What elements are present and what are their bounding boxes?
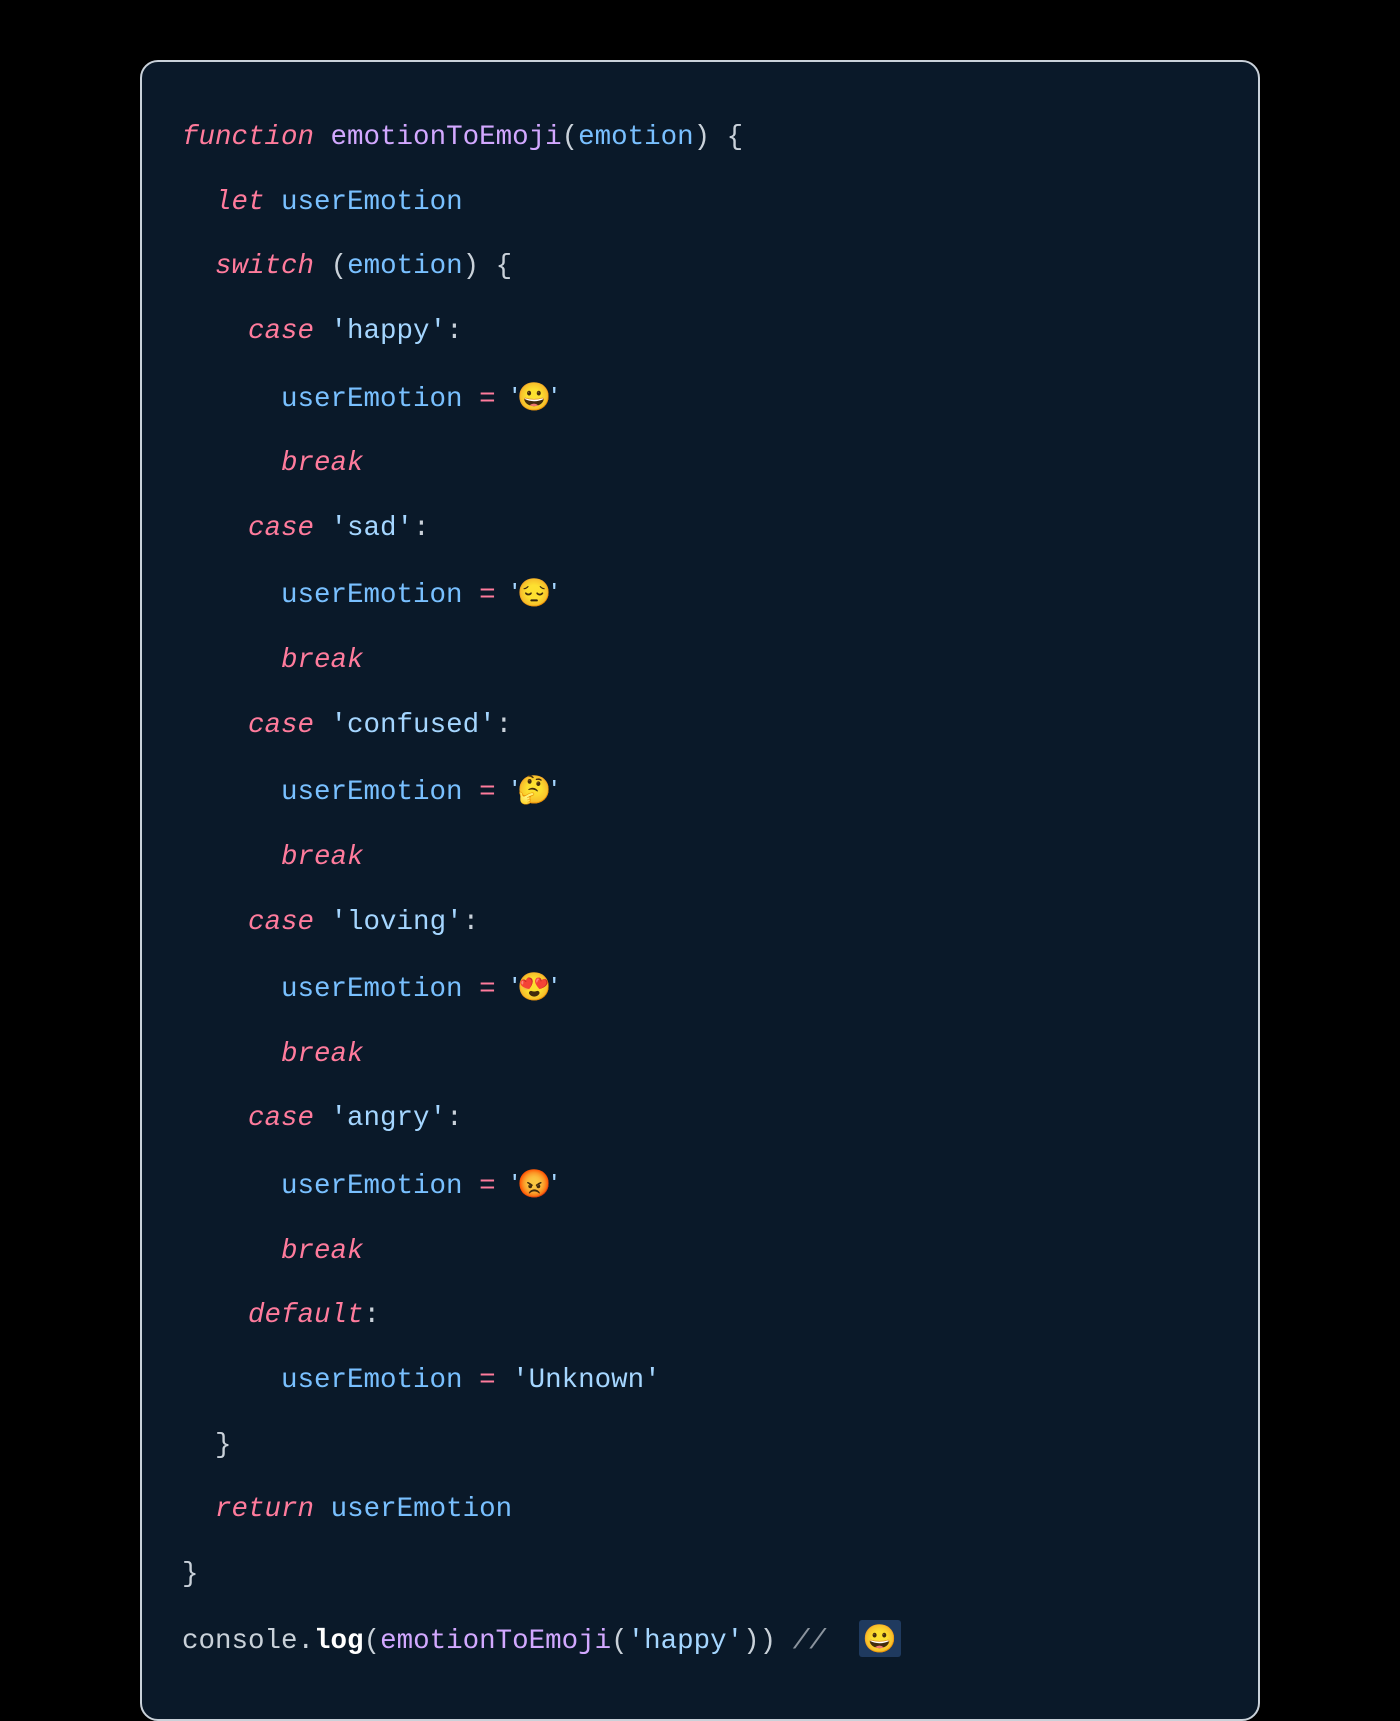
keyword-case: case — [248, 1103, 314, 1134]
code-panel: function emotionToEmoji(emotion) { let u… — [140, 60, 1260, 1721]
function-name: emotionToEmoji — [331, 122, 562, 153]
paren-close: ) — [463, 251, 480, 282]
method-log: log — [314, 1626, 364, 1657]
paren-open: ( — [364, 1626, 381, 1657]
colon: : — [446, 316, 463, 347]
operator-assign: = — [479, 777, 496, 808]
var-userEmotion: userEmotion — [281, 187, 463, 218]
colon: : — [463, 907, 480, 938]
colon: : — [496, 710, 513, 741]
string-unknown: 'Unknown' — [512, 1365, 661, 1396]
case-label-angry: 'angry' — [331, 1103, 447, 1134]
keyword-break: break — [281, 1039, 364, 1070]
return-var: userEmotion — [331, 1494, 513, 1525]
operator-assign: = — [479, 974, 496, 1005]
brace-open: { — [496, 251, 513, 282]
keyword-function: function — [182, 122, 314, 153]
paren-close: ) — [694, 122, 711, 153]
keyword-break: break — [281, 448, 364, 479]
var-userEmotion: userEmotion — [281, 974, 463, 1005]
operator-assign: = — [479, 1365, 496, 1396]
brace-close: } — [182, 1559, 199, 1590]
var-userEmotion: userEmotion — [281, 1365, 463, 1396]
string-emoji-loving: '😍' — [512, 970, 557, 1003]
var-userEmotion: userEmotion — [281, 1171, 463, 1202]
comment-slashes: // — [793, 1626, 826, 1657]
paren-open: ( — [611, 1626, 628, 1657]
case-label-sad: 'sad' — [331, 513, 414, 544]
call-arg: 'happy' — [628, 1626, 744, 1657]
case-label-happy: 'happy' — [331, 316, 447, 347]
paren-open: ( — [562, 122, 579, 153]
keyword-let: let — [215, 187, 265, 218]
keyword-break: break — [281, 842, 364, 873]
keyword-default: default — [248, 1300, 364, 1331]
keyword-return: return — [215, 1494, 314, 1525]
dot: . — [298, 1626, 315, 1657]
var-userEmotion: userEmotion — [281, 580, 463, 611]
case-label-loving: 'loving' — [331, 907, 463, 938]
output-emoji: 😀 — [859, 1620, 901, 1657]
paren-close: )) — [743, 1626, 776, 1657]
operator-assign: = — [479, 384, 496, 415]
string-emoji-angry: '😡' — [512, 1167, 557, 1200]
operator-assign: = — [479, 1171, 496, 1202]
keyword-break: break — [281, 1236, 364, 1267]
paren-open: ( — [331, 251, 348, 282]
var-userEmotion: userEmotion — [281, 384, 463, 415]
param-emotion: emotion — [578, 122, 694, 153]
keyword-case: case — [248, 316, 314, 347]
object-console: console — [182, 1626, 298, 1657]
string-emoji-confused: '🤔' — [512, 773, 557, 806]
call-fn: emotionToEmoji — [380, 1626, 611, 1657]
keyword-case: case — [248, 513, 314, 544]
colon: : — [446, 1103, 463, 1134]
keyword-case: case — [248, 710, 314, 741]
colon: : — [364, 1300, 381, 1331]
case-label-confused: 'confused' — [331, 710, 496, 741]
string-emoji-happy: '😀' — [512, 380, 557, 413]
operator-assign: = — [479, 580, 496, 611]
code-block: function emotionToEmoji(emotion) { let u… — [182, 106, 1218, 1675]
keyword-break: break — [281, 645, 364, 676]
string-emoji-sad: '😔' — [512, 576, 557, 609]
brace-open: { — [727, 122, 744, 153]
var-userEmotion: userEmotion — [281, 777, 463, 808]
keyword-case: case — [248, 907, 314, 938]
brace-close: } — [215, 1430, 232, 1461]
colon: : — [413, 513, 430, 544]
switch-expr: emotion — [347, 251, 463, 282]
keyword-switch: switch — [215, 251, 314, 282]
